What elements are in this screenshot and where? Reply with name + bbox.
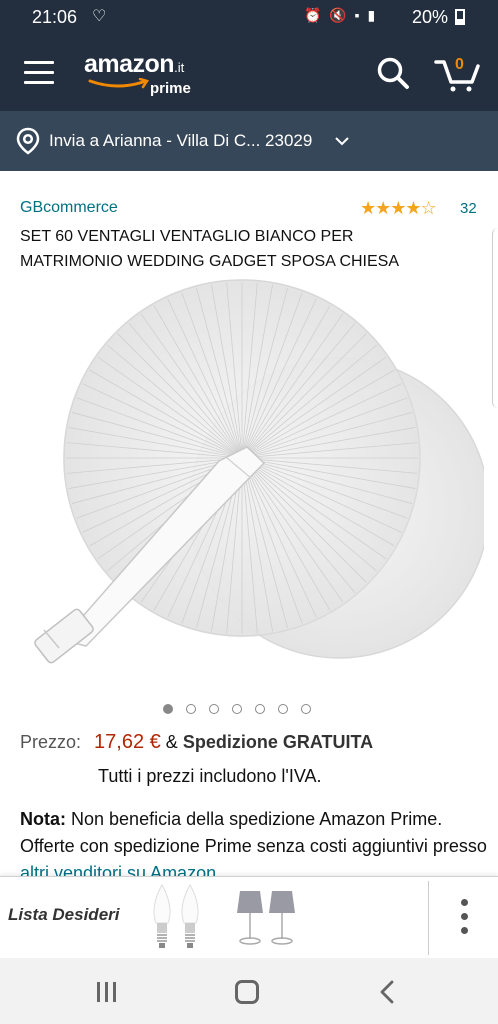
free-shipping-label: Spedizione GRATUITA bbox=[182, 732, 374, 752]
product-rating[interactable]: ★★★★☆ 32 bbox=[360, 198, 477, 219]
hamburger-menu-icon[interactable] bbox=[24, 61, 54, 85]
side-panel-edge bbox=[492, 228, 498, 408]
carousel-dot[interactable] bbox=[186, 703, 196, 714]
seller-link[interactable]: GBcommerce bbox=[20, 199, 118, 217]
vat-note: Tutti i prezzi includono l'IVA. bbox=[98, 766, 322, 786]
product-image[interactable] bbox=[14, 278, 484, 678]
carousel-dot[interactable] bbox=[301, 703, 311, 714]
price-ampersand: & bbox=[165, 732, 178, 752]
wishlist-divider bbox=[428, 881, 429, 955]
system-navigation-bar bbox=[0, 958, 498, 1024]
status-time: 21:06 bbox=[32, 7, 78, 27]
heart-outline-icon: ♡ bbox=[92, 8, 107, 25]
price-label: Prezzo: bbox=[20, 732, 82, 752]
battery-percentage: 20% bbox=[412, 7, 449, 27]
status-icons: ⏰ 🔇 ▪ ▮ bbox=[304, 7, 378, 23]
status-bar: 21:06 ♡ ⏰ 🔇 ▪ ▮ 20% bbox=[0, 0, 498, 34]
search-icon[interactable] bbox=[376, 56, 410, 90]
rating-count: 32 bbox=[460, 200, 477, 217]
amazon-prime-logo[interactable]: amazon.it prime bbox=[84, 50, 191, 97]
price-row: Prezzo: 17,62 € & Spedizione GRATUITA bbox=[20, 731, 373, 754]
price-value: 17,62 € bbox=[94, 731, 161, 753]
home-icon[interactable] bbox=[235, 980, 259, 1004]
logo-tld: .it bbox=[174, 60, 185, 75]
rating-stars: ★★★★☆ bbox=[360, 198, 437, 218]
wishlist-item-lamps[interactable] bbox=[232, 885, 302, 951]
image-carousel-dots bbox=[163, 700, 324, 714]
prime-note: Nota: Non beneficia della spedizione Ama… bbox=[20, 806, 490, 887]
carousel-dot[interactable] bbox=[163, 703, 173, 714]
carousel-dot[interactable] bbox=[278, 703, 288, 714]
cart-count-badge: 0 bbox=[455, 56, 464, 73]
app-header: amazon.it prime 0 bbox=[0, 34, 498, 111]
location-pin-icon bbox=[16, 127, 40, 155]
back-icon[interactable] bbox=[378, 980, 396, 1004]
product-title: SET 60 VENTAGLI VENTAGLIO BIANCO PER MAT… bbox=[20, 228, 400, 270]
logo-prime: prime bbox=[150, 80, 191, 97]
delivery-address-bar[interactable]: Invia a Arianna - Villa Di C... 23029 bbox=[0, 111, 498, 171]
smile-arrow-icon bbox=[88, 78, 149, 89]
wishlist-title[interactable]: Lista Desideri bbox=[8, 905, 120, 925]
note-label: Nota: bbox=[20, 809, 66, 829]
carousel-dot[interactable] bbox=[255, 703, 265, 714]
recent-apps-icon[interactable] bbox=[97, 982, 121, 1002]
chevron-down-icon bbox=[335, 137, 349, 146]
wishlist-bar: Lista Desideri bbox=[0, 876, 498, 959]
carousel-dot[interactable] bbox=[232, 703, 242, 714]
note-text: Non beneficia della spedizione Amazon Pr… bbox=[20, 809, 487, 856]
wishlist-item-bulbs[interactable] bbox=[148, 879, 208, 955]
carousel-dot[interactable] bbox=[209, 703, 219, 714]
more-options-icon[interactable] bbox=[454, 899, 474, 939]
logo-wordmark: amazon bbox=[84, 50, 175, 78]
delivery-address-text: Invia a Arianna - Villa Di C... 23029 bbox=[49, 131, 313, 150]
battery-icon bbox=[455, 9, 465, 25]
